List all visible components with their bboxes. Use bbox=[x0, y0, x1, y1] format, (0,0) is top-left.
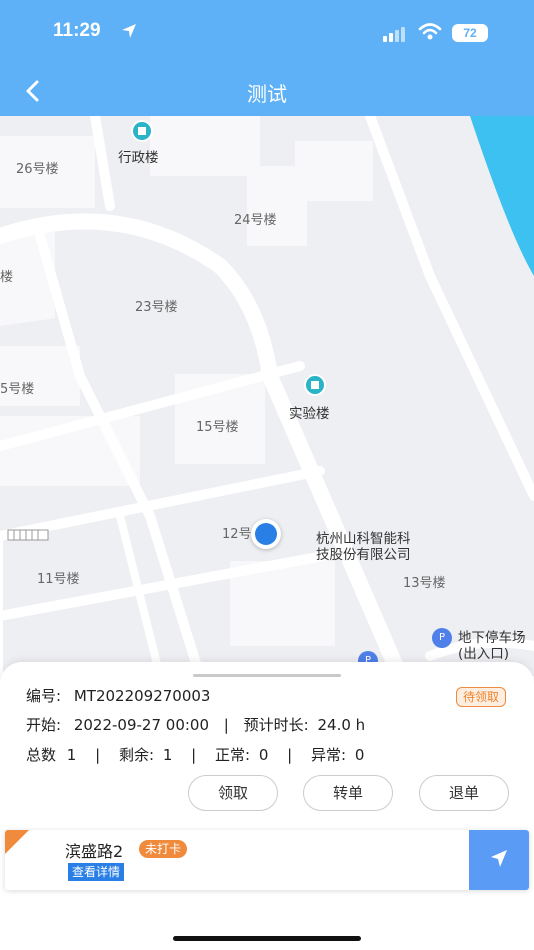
start-value: 2022-09-27 00:00 bbox=[73, 716, 210, 734]
current-location-marker-icon bbox=[251, 519, 281, 549]
map-label-lou: 楼 bbox=[0, 270, 14, 285]
parking-poi-icon[interactable]: P bbox=[432, 628, 452, 648]
task-id-row: 编号: MT202209270003 bbox=[26, 685, 210, 706]
checkpoint-name: 滨盛路2 bbox=[65, 842, 124, 861]
map-label-building-26: 26号楼 bbox=[16, 162, 59, 177]
map-label-building-23: 23号楼 bbox=[135, 300, 178, 315]
task-detail-sheet: 编号: MT202209270003 待领取 开始: 2022-09-27 00… bbox=[0, 662, 534, 950]
cellular-signal-icon bbox=[383, 26, 409, 46]
map-canvas bbox=[0, 116, 534, 676]
view-details-link[interactable]: 查看详情 bbox=[68, 863, 125, 881]
map-label-building-5: 5号楼 bbox=[0, 382, 35, 397]
separator: | bbox=[95, 746, 101, 764]
status-time: 11:29 bbox=[53, 20, 101, 41]
page-title: 测试 bbox=[247, 82, 287, 106]
abnormal-label: 异常: bbox=[311, 746, 347, 764]
map-label-building-11: 11号楼 bbox=[37, 572, 80, 587]
unpunched-badge: 未打卡 bbox=[139, 840, 188, 858]
app-header: 11:29 72 测试 bbox=[0, 0, 534, 116]
status-bar: 11:29 72 bbox=[0, 0, 534, 64]
duration-label: 预计时长: bbox=[243, 716, 309, 734]
navigation-arrow-icon bbox=[491, 850, 507, 867]
navigate-button[interactable] bbox=[469, 830, 529, 890]
task-count-row: 总数 1 | 剩余: 1 | 正常: 0 | 异常: 0 bbox=[26, 744, 364, 765]
remaining-label: 剩余: bbox=[118, 746, 155, 764]
total-value: 1 bbox=[66, 746, 77, 764]
normal-value: 0 bbox=[258, 746, 269, 764]
map-label-building-12: 12号 bbox=[222, 527, 252, 542]
map-label-building-24: 24号楼 bbox=[234, 213, 277, 228]
map-label-building-15: 15号楼 bbox=[196, 420, 239, 435]
task-status-badge: 待领取 bbox=[456, 687, 507, 707]
battery-indicator: 72 bbox=[452, 24, 488, 42]
map-label-lab: 实验楼 bbox=[289, 406, 330, 422]
duration-value: 24.0 h bbox=[317, 716, 366, 734]
home-indicator bbox=[173, 936, 361, 941]
admin-building-poi-icon[interactable] bbox=[131, 120, 153, 142]
location-arrow-icon bbox=[120, 22, 138, 44]
claim-button[interactable]: 领取 bbox=[188, 775, 278, 811]
task-time-row: 开始: 2022-09-27 00:00 | 预计时长: 24.0 h bbox=[26, 714, 365, 735]
corner-flag-icon bbox=[5, 830, 29, 854]
remaining-value: 1 bbox=[162, 746, 173, 764]
map-label-building-13: 13号楼 bbox=[403, 576, 446, 591]
checkpoint-card[interactable]: 滨盛路2 未打卡 查看详情 bbox=[5, 830, 529, 890]
separator: | bbox=[287, 746, 293, 764]
separator: | bbox=[223, 716, 229, 734]
map-label-admin: 行政楼 bbox=[118, 150, 159, 166]
abnormal-value: 0 bbox=[354, 746, 365, 764]
lab-building-poi-icon[interactable] bbox=[304, 374, 326, 396]
normal-label: 正常: bbox=[214, 746, 251, 764]
start-label: 开始: bbox=[26, 716, 62, 734]
return-button[interactable]: 退单 bbox=[419, 775, 509, 811]
map-label-company-line2: 技股份有限公司 bbox=[316, 547, 411, 563]
wifi-icon bbox=[418, 22, 442, 46]
separator: | bbox=[191, 746, 197, 764]
map-view[interactable]: 26号楼 行政楼 24号楼 23号楼 楼 5号楼 15号楼 实验楼 12号 杭州… bbox=[0, 116, 534, 676]
sheet-drag-handle[interactable] bbox=[193, 674, 341, 677]
task-id-label: 编号: bbox=[26, 687, 62, 705]
transfer-button[interactable]: 转单 bbox=[303, 775, 393, 811]
task-id-value: MT202209270003 bbox=[73, 687, 211, 705]
map-label-parking-line2: (出入口) bbox=[458, 646, 510, 662]
total-label: 总数 bbox=[26, 746, 57, 764]
